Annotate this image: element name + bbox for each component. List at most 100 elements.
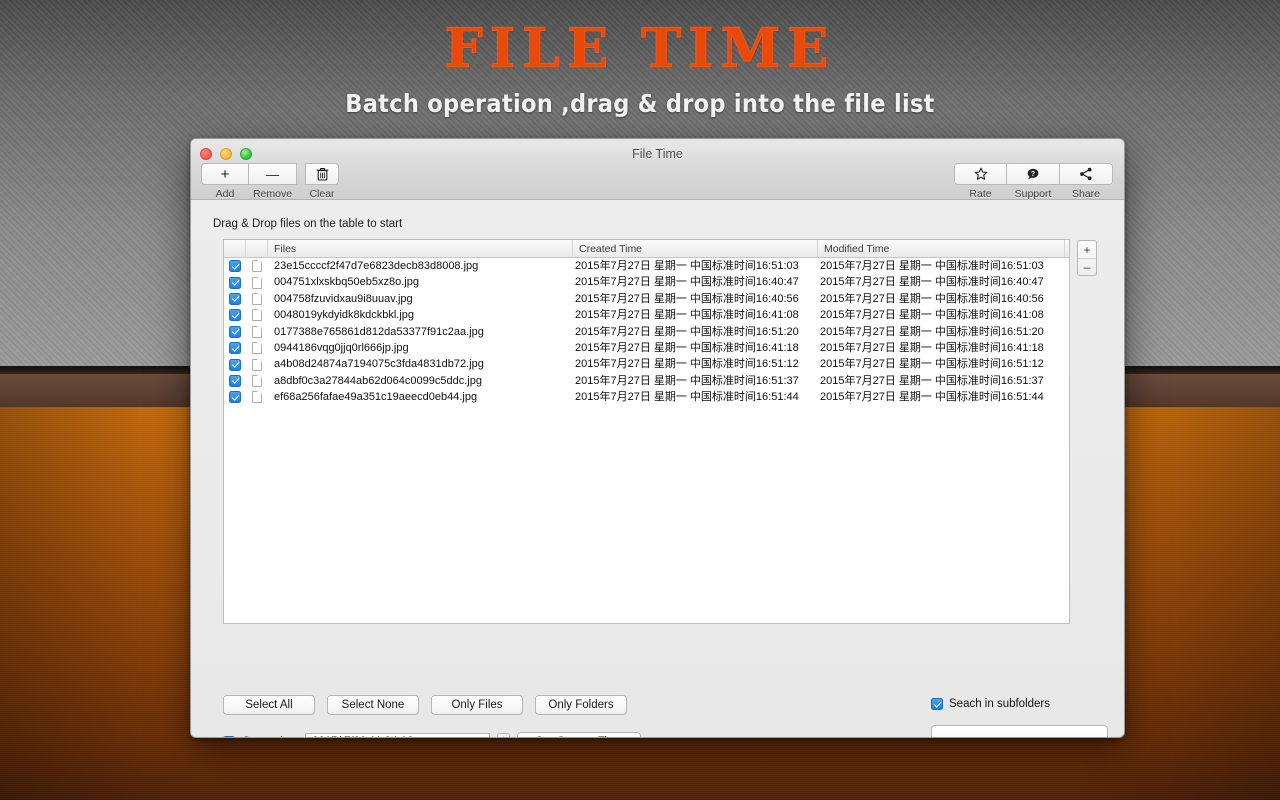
search-subfolders-row[interactable]: Seach in subfolders	[931, 698, 1050, 710]
checked-checkbox[interactable]	[229, 342, 241, 355]
created-label: Created	[242, 736, 298, 738]
created-time-cell: 2015年7月27日 星期一 中国标准时间16:51:44	[575, 391, 799, 404]
checked-checkbox[interactable]	[229, 374, 241, 387]
table-header-row: Files Created Time Modified Time	[224, 240, 1069, 258]
table-row[interactable]: a4b08d24874a7194075c3fda4831db72.jpg 2015…	[224, 356, 1069, 372]
row-checkbox[interactable]	[224, 340, 246, 356]
modified-time-cell: 2015年7月27日 星期一 中国标准时间16:41:08	[820, 309, 1044, 322]
row-remove-button[interactable]: –	[1078, 258, 1096, 275]
row-checkbox[interactable]	[224, 389, 246, 405]
file-name-cell: 23e15ccccf2f47d7e6823decb83d8008.jpg	[274, 260, 479, 272]
star-icon	[974, 167, 988, 181]
column-header-files[interactable]: Files	[268, 240, 573, 258]
file-name-cell: a4b08d24874a7194075c3fda4831db72.jpg	[274, 358, 484, 371]
apply-file-time-button[interactable]: Apply File Time	[931, 725, 1108, 737]
file-type-icon-cell	[246, 274, 268, 290]
clear-button[interactable]: Clear	[305, 163, 339, 200]
file-name-cell: ef68a256fafae49a351c19aeecd0eb44.jpg	[274, 391, 478, 404]
share-button[interactable]: Share	[1060, 163, 1113, 200]
row-checkbox[interactable]	[224, 356, 246, 372]
table-row[interactable]: 0048019ykdyidk8kdckbkl.jpg 2015年7月27日 星期一…	[224, 307, 1069, 323]
created-enable-checkbox[interactable]	[223, 735, 235, 737]
created-date-stepper[interactable]: ▲ ▼	[497, 732, 510, 738]
select-none-button[interactable]: Select None	[327, 695, 419, 715]
table-row[interactable]: 0177388e765861d812da53377f91c2aa.jpg 2015…	[224, 324, 1069, 340]
table-row[interactable]: a8dbf0c3a27844ab62d064c0099c5ddc.jpg 2015…	[224, 373, 1069, 389]
document-icon	[252, 374, 262, 387]
modified-time-cell: 2015年7月27日 星期一 中国标准时间16:51:37	[820, 374, 1044, 387]
checked-checkbox[interactable]	[229, 358, 241, 371]
search-subfolders-checkbox[interactable]	[931, 698, 943, 710]
remove-button[interactable]: — Remove	[249, 163, 297, 200]
created-date-input[interactable]: 2015/ 7/29 11:34:16	[305, 732, 490, 737]
svg-text:?: ?	[1031, 171, 1035, 178]
table-row[interactable]: 23e15ccccf2f47d7e6823decb83d8008.jpg 2015…	[224, 258, 1069, 274]
checked-checkbox[interactable]	[229, 260, 241, 273]
checked-checkbox[interactable]	[229, 292, 241, 305]
only-files-button[interactable]: Only Files	[431, 695, 523, 715]
row-add-remove-stack: + –	[1077, 240, 1097, 276]
column-header-created[interactable]: Created Time	[573, 240, 818, 258]
selection-button-row: Select All Select None Only Files Only F…	[223, 695, 627, 715]
row-checkbox[interactable]	[224, 274, 246, 290]
file-type-icon-cell	[246, 373, 268, 389]
only-folders-button[interactable]: Only Folders	[535, 695, 627, 715]
column-header-filler	[1064, 240, 1069, 257]
rate-button-label: Rate	[969, 188, 992, 200]
hero-banner: FILE TIME Batch operation ,drag & drop i…	[0, 0, 1280, 119]
column-header-checkbox[interactable]	[224, 240, 246, 258]
share-button-label: Share	[1071, 188, 1101, 200]
document-icon	[252, 292, 262, 305]
created-time-cell: 2015年7月27日 星期一 中国标准时间16:51:20	[575, 325, 799, 338]
select-all-button[interactable]: Select All	[223, 695, 315, 715]
row-checkbox[interactable]	[224, 307, 246, 323]
question-bubble-icon: ?	[1026, 167, 1040, 181]
drop-hint-text: Drag & Drop files on the table to start	[213, 218, 403, 230]
column-header-icon[interactable]	[246, 240, 268, 258]
document-icon	[252, 391, 262, 404]
remove-button-label: Remove	[252, 188, 293, 200]
created-get-current-time-button[interactable]: Get Current Time	[517, 732, 641, 737]
table-body: 23e15ccccf2f47d7e6823decb83d8008.jpg 2015…	[224, 258, 1069, 406]
checked-checkbox[interactable]	[229, 276, 241, 289]
table-row[interactable]: 004758fzuvidxau9i8uuav.jpg 2015年7月27日 星期一…	[224, 291, 1069, 307]
document-icon	[252, 358, 262, 371]
row-checkbox[interactable]	[224, 373, 246, 389]
support-button-label: Support	[1014, 188, 1052, 200]
row-add-button[interactable]: +	[1078, 241, 1096, 258]
modified-time-cell: 2015年7月27日 星期一 中国标准时间16:40:47	[820, 276, 1044, 289]
created-time-cell: 2015年7月27日 星期一 中国标准时间16:40:47	[575, 276, 799, 289]
table-row[interactable]: 0944186vqg0jjq0rl666jp.jpg 2015年7月27日 星期一…	[224, 340, 1069, 356]
file-type-icon-cell	[246, 258, 268, 274]
file-name-cell: 0177388e765861d812da53377f91c2aa.jpg	[274, 325, 484, 338]
window-title: File Time	[632, 147, 683, 161]
modified-time-cell: 2015年7月27日 星期一 中国标准时间16:51:12	[820, 358, 1044, 371]
created-time-cell: 2015年7月27日 星期一 中国标准时间16:41:18	[575, 341, 799, 354]
toolbar-left-group: + Add — Remove Clear	[201, 163, 339, 200]
file-type-icon-cell	[246, 324, 268, 340]
table-row[interactable]: 004751xlxskbq50eb5xz8o.jpg 2015年7月27日 星期一…	[224, 274, 1069, 290]
created-time-cell: 2015年7月27日 星期一 中国标准时间16:51:37	[575, 374, 799, 387]
clear-button-label: Clear	[309, 188, 335, 200]
row-checkbox[interactable]	[224, 258, 246, 274]
file-name-cell: 004758fzuvidxau9i8uuav.jpg	[274, 292, 413, 305]
row-checkbox[interactable]	[224, 291, 246, 307]
minus-icon: —	[266, 166, 279, 182]
support-button[interactable]: ? Support	[1007, 163, 1060, 200]
share-icon	[1079, 167, 1093, 181]
checked-checkbox[interactable]	[229, 325, 241, 338]
table-row[interactable]: ef68a256fafae49a351c19aeecd0eb44.jpg 2015…	[224, 389, 1069, 405]
checked-checkbox[interactable]	[229, 391, 241, 404]
file-type-icon-cell	[246, 389, 268, 405]
checked-checkbox[interactable]	[229, 309, 241, 322]
add-button[interactable]: + Add	[201, 163, 249, 200]
file-name-cell: 0944186vqg0jjq0rl666jp.jpg	[274, 341, 409, 354]
created-date-row: Created 2015/ 7/29 11:34:16 ▲ ▼ Get Curr…	[223, 732, 641, 738]
file-type-icon-cell	[246, 356, 268, 372]
modified-time-cell: 2015年7月27日 星期一 中国标准时间16:51:20	[820, 325, 1044, 338]
file-table[interactable]: Files Created Time Modified Time 23e15cc…	[223, 239, 1070, 624]
rate-button[interactable]: Rate	[954, 163, 1007, 200]
column-header-modified[interactable]: Modified Time	[818, 240, 1064, 258]
stepper-up-icon: ▲	[501, 736, 507, 738]
row-checkbox[interactable]	[224, 324, 246, 340]
